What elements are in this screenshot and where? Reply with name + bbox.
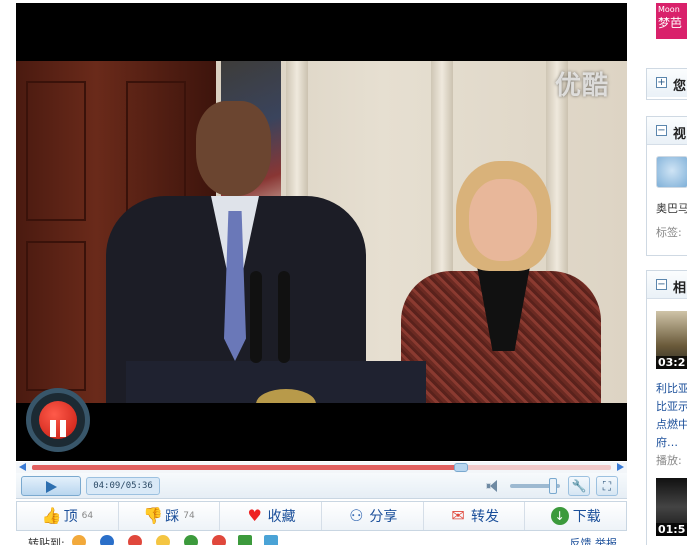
podium [126, 361, 426, 403]
share-button[interactable]: ⚇ 分享 [322, 502, 424, 530]
collapse-icon[interactable]: − [656, 279, 667, 290]
pause-icon [39, 401, 77, 439]
seek-played [32, 465, 461, 470]
repost-label: 转贴到: [28, 537, 65, 545]
thumbs-up-icon: 👍 [41, 506, 62, 525]
time-display: 04:09/05:36 [86, 477, 160, 495]
share-site-icon[interactable] [100, 535, 114, 545]
action-bar: 👍 顶 64 👎 踩 74 ♥ 收藏 ⚇ 分享 ✉ 转发 ↓ 下载 [16, 501, 627, 531]
fullscreen-button[interactable]: ⛶ [596, 476, 618, 496]
share-site-icon[interactable] [128, 535, 142, 545]
share-site-icon[interactable] [264, 535, 278, 545]
share-site-icon[interactable] [212, 535, 226, 545]
download-icon: ↓ [550, 507, 569, 525]
share-site-icon[interactable] [238, 535, 252, 545]
control-bar: 04:09/05:36 🔧 ⛶ [16, 473, 627, 499]
share-site-icon[interactable] [156, 535, 170, 545]
related-video-title[interactable]: 府… [656, 434, 678, 450]
avatar[interactable] [656, 156, 687, 188]
standing-woman-figure [401, 161, 601, 403]
seek-back-icon[interactable] [19, 463, 26, 471]
box-title: 视 [673, 127, 687, 142]
uploader-name[interactable]: 奥巴马 [656, 200, 687, 216]
related-video-thumbnail[interactable]: 03:2 [656, 311, 687, 369]
forward-icon: ✉ [451, 506, 465, 525]
heart-icon: ♥ [247, 506, 262, 525]
volume-thumb[interactable] [549, 478, 557, 494]
ad-text: Moon [658, 5, 680, 14]
forward-button[interactable]: ✉ 转发 [424, 502, 526, 530]
related-video-thumbnail[interactable]: 01:5 [656, 478, 687, 536]
feedback-report-links[interactable]: 反馈 举报 [570, 535, 618, 545]
seek-forward-icon[interactable] [617, 463, 624, 471]
share-site-icon[interactable] [184, 535, 198, 545]
action-label: 顶 [63, 509, 78, 525]
ad-text: 梦芭 [658, 16, 683, 30]
action-count: 74 [183, 511, 195, 521]
ding-button[interactable]: 👍 顶 64 [17, 502, 119, 530]
speaker-figure [106, 101, 366, 403]
pause-overlay-button[interactable] [26, 388, 90, 452]
play-button[interactable] [21, 476, 81, 496]
download-button[interactable]: ↓ 下载 [525, 502, 626, 530]
video-duration: 01:5 [656, 523, 687, 536]
box-title: 相 [673, 281, 687, 296]
volume-icon[interactable] [486, 479, 504, 493]
right-sidebar: Moon 梦芭 + 您 − 视 奥巴马 标签: − 相 03:2 利比亚 比亚示… [646, 0, 687, 545]
action-label: 收藏 [267, 509, 296, 525]
related-video-title[interactable]: 比亚示 [656, 398, 687, 414]
wrench-icon: 🔧 [571, 479, 587, 493]
related-video-title[interactable]: 点燃中 [656, 416, 687, 432]
action-label: 转发 [471, 509, 500, 525]
action-label: 分享 [369, 509, 398, 525]
action-count: 64 [81, 511, 94, 521]
share-icon: ⚇ [349, 506, 364, 525]
repost-bar: 转贴到: 反馈 举报 [16, 533, 627, 545]
action-label: 踩 [165, 509, 180, 525]
seek-thumb[interactable] [454, 463, 468, 472]
play-count-label: 播放: [656, 454, 682, 467]
action-label: 下载 [572, 509, 601, 525]
video-player[interactable]: 优酷 [16, 3, 627, 461]
favorite-button[interactable]: ♥ 收藏 [220, 502, 323, 530]
cai-button[interactable]: 👎 踩 74 [119, 502, 221, 530]
related-video-title[interactable]: 利比亚 [656, 380, 687, 396]
page: 优酷 04:09/05:36 🔧 ⛶ 👍 顶 64 👎 踩 74 ♥ 收藏 ⚇ … [0, 0, 687, 545]
expand-icon[interactable]: + [656, 77, 667, 88]
share-site-icon[interactable] [72, 535, 86, 545]
ad-banner[interactable]: Moon 梦芭 [656, 3, 687, 39]
tags-label: 标签: [656, 226, 682, 239]
thumbs-down-icon: 👎 [143, 506, 164, 525]
microphones [246, 271, 296, 363]
collapse-icon[interactable]: − [656, 125, 667, 136]
youku-watermark: 优酷 [554, 71, 609, 101]
seek-bar[interactable] [16, 462, 627, 473]
video-duration: 03:2 [656, 356, 687, 369]
settings-wrench-button[interactable]: 🔧 [568, 476, 590, 496]
video-frame[interactable] [16, 61, 627, 403]
box-title: 您 [673, 79, 687, 94]
fullscreen-icon: ⛶ [602, 479, 612, 493]
sidebar-box-1: + 您 [646, 68, 687, 100]
